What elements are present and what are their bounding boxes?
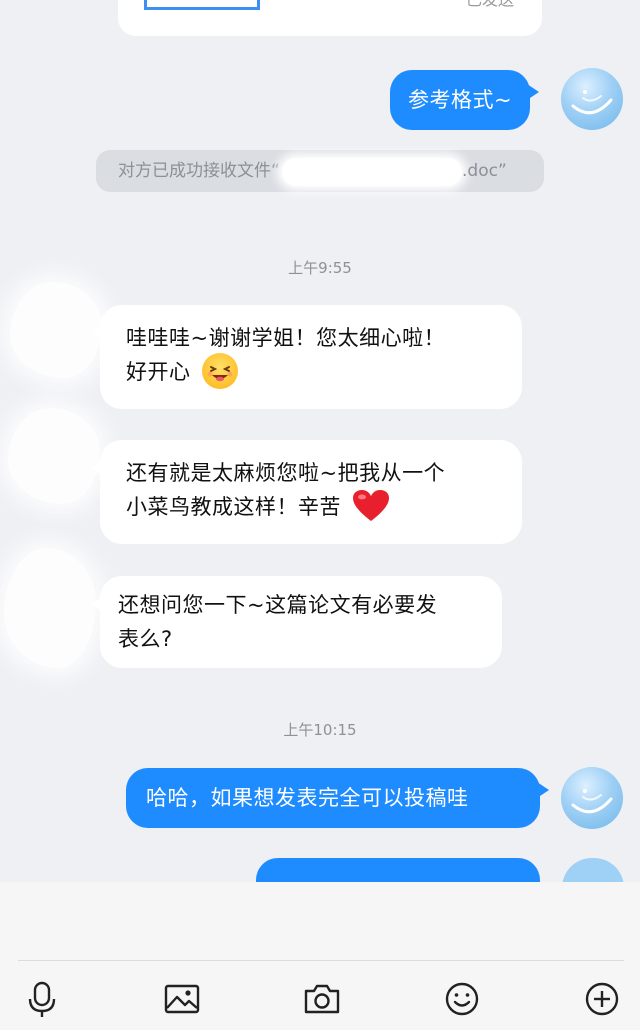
camera-icon <box>304 984 340 1014</box>
image-icon <box>164 984 200 1014</box>
input-toolbar <box>0 975 640 1025</box>
incoming-message-bubble[interactable]: 哇哇哇~谢谢学姐！您太细心啦！ 好开心 <box>91 305 522 409</box>
message-text: 哈哈，如果想发表完全可以投稿哇 <box>146 786 469 810</box>
sent-status-label: 已发送 <box>466 0 514 10</box>
contact-avatar-redacted[interactable] <box>8 408 100 504</box>
system-notice-file-ext: .doc” <box>462 161 507 181</box>
message-text: 参考格式~ <box>408 88 513 112</box>
outgoing-message-bubble-partial[interactable] <box>256 858 540 882</box>
message-text-line: 表么? <box>118 627 173 651</box>
self-avatar[interactable] <box>561 767 623 829</box>
system-notice-text: 对方已成功接收文件“ <box>118 161 280 181</box>
message-text-line: 还有就是太麻烦您啦~把我从一个 <box>126 461 446 485</box>
outgoing-message-bubble[interactable]: 哈哈，如果想发表完全可以投稿哇 <box>126 768 549 828</box>
contact-avatar-redacted[interactable] <box>4 548 96 668</box>
incoming-message-bubble[interactable]: 还想问您一下~这篇论文有必要发 表么? <box>91 576 502 668</box>
heart-emoji-icon <box>353 490 390 521</box>
message-text-line: 小菜鸟教成这样！辛苦 <box>126 495 341 519</box>
more-button[interactable] <box>578 975 626 1023</box>
timestamp: 上午10:15 <box>283 721 357 739</box>
microphone-icon <box>28 981 56 1017</box>
camera-button[interactable] <box>298 975 346 1023</box>
voice-button[interactable] <box>18 975 66 1023</box>
chat-message-list[interactable]: 已发送 参考格式~ 对方已成功接收文件“ .doc” 上午9:55 哇哇哇~谢谢… <box>0 0 640 882</box>
file-preview-frame <box>144 0 260 10</box>
emoji-button[interactable] <box>438 975 486 1023</box>
photo-button[interactable] <box>158 975 206 1023</box>
timestamp: 上午9:55 <box>288 259 352 277</box>
incoming-message-bubble[interactable]: 还有就是太麻烦您啦~把我从一个 小菜鸟教成这样！辛苦 <box>91 440 522 544</box>
emoji-icon <box>445 982 479 1016</box>
message-text-line: 哇哇哇~谢谢学姐！您太细心啦！ <box>126 326 446 350</box>
input-divider <box>18 960 624 961</box>
grinning-emoji-icon <box>201 353 238 389</box>
redacted-filename <box>282 158 462 186</box>
message-text-line: 还想问您一下~这篇论文有必要发 <box>118 593 438 617</box>
avatar-swirl-icon <box>571 90 613 115</box>
file-message-card[interactable]: 已发送 <box>118 0 542 36</box>
outgoing-message-bubble[interactable]: 参考格式~ <box>390 70 540 130</box>
self-avatar[interactable] <box>561 68 623 130</box>
message-text-line: 好开心 <box>126 360 191 384</box>
avatar-swirl-icon <box>571 789 613 814</box>
contact-avatar-redacted[interactable] <box>10 282 102 378</box>
plus-icon <box>585 982 619 1016</box>
self-avatar-partial[interactable] <box>562 858 624 882</box>
